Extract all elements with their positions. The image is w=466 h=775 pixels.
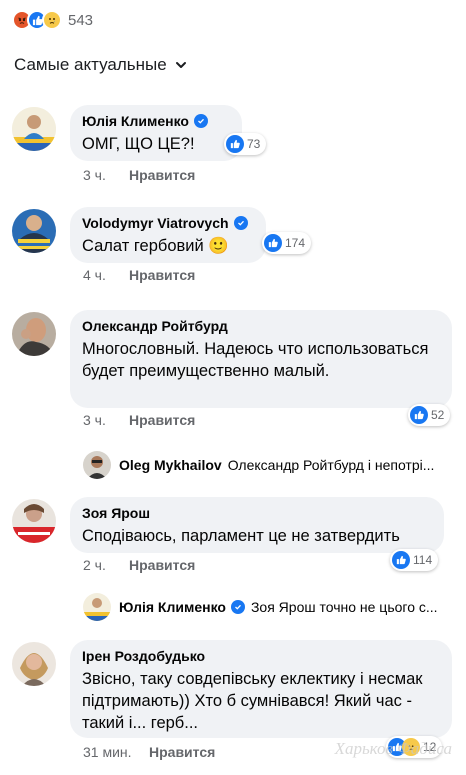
- comment-reactions[interactable]: 73: [224, 133, 267, 155]
- watermark: Харьков Фадиса: [334, 739, 452, 758]
- comment-text: ОМГ, ЩО ЦЕ?!: [82, 135, 195, 153]
- avatar[interactable]: [12, 642, 56, 686]
- comment-bubble: Олександр Ройтбурд Многословный. Надеюсь…: [70, 310, 452, 408]
- verified-badge-icon: [233, 216, 248, 230]
- comment-text: Салат гербовий 🙂: [82, 237, 229, 255]
- verified-badge-icon: [230, 600, 245, 614]
- reply-author[interactable]: Юлія Клименко: [119, 599, 245, 615]
- like-button[interactable]: Нравится: [129, 167, 195, 183]
- comment-text: Многословный. Надеюсь что использоваться…: [82, 340, 429, 380]
- comment-reactions[interactable]: 114: [390, 549, 439, 571]
- like-icon: [392, 551, 410, 569]
- reaction-count: 114: [413, 553, 433, 567]
- chevron-down-icon: [175, 62, 186, 68]
- reactions-count: 543: [68, 11, 94, 29]
- avatar: [83, 593, 111, 621]
- comment-author[interactable]: Зоя Ярош: [82, 505, 432, 521]
- comment-sort-dropdown[interactable]: Самые актуальные: [14, 55, 187, 75]
- comment-meta: 4 ч. Нравится: [83, 267, 195, 283]
- like-button[interactable]: Нравится: [129, 412, 195, 428]
- avatar[interactable]: [12, 312, 56, 356]
- like-button[interactable]: Нравится: [129, 267, 195, 283]
- comment: Volodymyr Viatrovych Салат гербовий 🙂 17…: [0, 207, 466, 287]
- avatar[interactable]: [12, 499, 56, 543]
- comment-author[interactable]: Олександр Ройтбурд: [82, 318, 440, 334]
- comment-meta: 3 ч. Нравится: [83, 167, 195, 183]
- comment-reactions[interactable]: 52: [408, 404, 451, 426]
- comment-time[interactable]: 31 мин.: [83, 744, 149, 760]
- reply-text: Зоя Ярош точно не цього с...: [250, 599, 438, 615]
- reply-preview[interactable]: Юлія Клименко Зоя Ярош точно не цього с.…: [83, 592, 453, 622]
- like-icon: [264, 234, 282, 252]
- like-icon: [410, 406, 428, 424]
- comment-meta: 31 мин. Нравится: [83, 744, 215, 760]
- comment-time[interactable]: 3 ч.: [83, 167, 129, 183]
- comment-author[interactable]: Юлія Клименко: [82, 113, 230, 129]
- post-reactions-summary[interactable]: 543: [12, 8, 93, 32]
- comment-time[interactable]: 2 ч.: [83, 557, 129, 573]
- comment-bubble: Volodymyr Viatrovych Салат гербовий 🙂: [70, 207, 266, 263]
- comment: Зоя Ярош Сподіваюсь, парламент це не зат…: [0, 497, 466, 627]
- like-button[interactable]: Нравится: [129, 557, 195, 573]
- avatar[interactable]: [12, 209, 56, 253]
- comment-bubble: Юлія Клименко ОМГ, ЩО ЦЕ?!: [70, 105, 242, 161]
- reply-preview[interactable]: Oleg Mykhailov Олександр Ройтбурд і непо…: [83, 450, 453, 480]
- comment-meta: 2 ч. Нравится: [83, 557, 195, 573]
- verified-badge-icon: [193, 114, 208, 128]
- reaction-count: 174: [285, 236, 306, 250]
- comment-author[interactable]: Volodymyr Viatrovych: [82, 215, 254, 231]
- comment-bubble: Ірен Роздобудько Звісно, таку совдепівсь…: [70, 640, 452, 738]
- reply-author[interactable]: Oleg Mykhailov: [119, 457, 222, 473]
- like-button[interactable]: Нравится: [149, 744, 215, 760]
- reaction-count: 73: [247, 137, 261, 151]
- reaction-count: 52: [431, 408, 445, 422]
- comment-reactions[interactable]: 174: [262, 232, 312, 254]
- comment-bubble: Зоя Ярош Сподіваюсь, парламент це не зат…: [70, 497, 444, 553]
- avatar: [83, 451, 111, 479]
- like-icon: [226, 135, 244, 153]
- sad-icon: [42, 10, 62, 30]
- comment-meta: 3 ч. Нравится: [83, 412, 195, 428]
- comment: Юлія Клименко ОМГ, ЩО ЦЕ?! 73 3 ч. Нрави…: [0, 105, 466, 185]
- sort-label: Самые актуальные: [14, 55, 167, 74]
- comment-text: Звісно, таку совдепівську еклектику і не…: [82, 670, 423, 732]
- comment-time[interactable]: 3 ч.: [83, 412, 129, 428]
- avatar[interactable]: [12, 107, 56, 151]
- comment-text: Сподіваюсь, парламент це не затвердить: [82, 527, 400, 545]
- reply-text: Олександр Ройтбурд і непотрі...: [227, 457, 435, 473]
- comment-time[interactable]: 4 ч.: [83, 267, 129, 283]
- comment: Олександр Ройтбурд Многословный. Надеюсь…: [0, 310, 466, 480]
- comment-author[interactable]: Ірен Роздобудько: [82, 648, 440, 664]
